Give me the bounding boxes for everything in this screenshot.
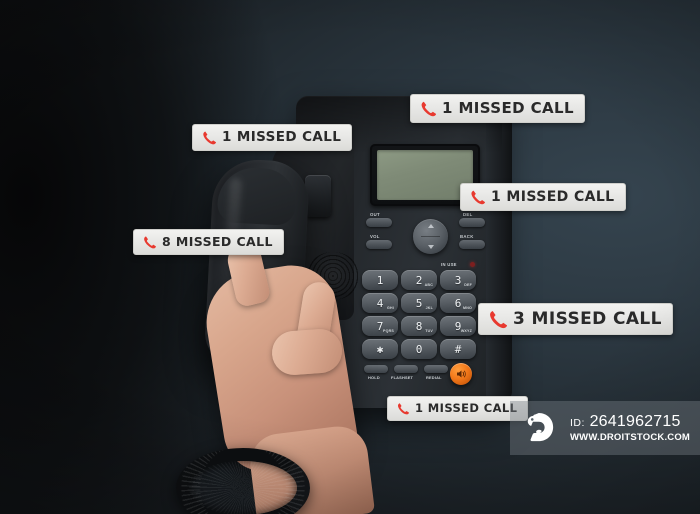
watermark-text: ID: 2641962715 WWW.DROITSTOCK.COM [570,412,691,443]
watermark-id-label: ID: [570,416,585,429]
watermark-id-value: 2641962715 [589,412,681,430]
droitstock-chameleon-logo [527,413,554,442]
watermark-url: WWW.DROITSTOCK.COM [570,431,691,443]
watermark-id-line: ID: 2641962715 [570,412,690,430]
stock-photo-canvas: OUT VOL DEL BACK IN USE 1 2ABC 3DEF 4GHI… [0,0,700,514]
stock-watermark: ID: 2641962715 WWW.DROITSTOCK.COM [510,401,700,455]
